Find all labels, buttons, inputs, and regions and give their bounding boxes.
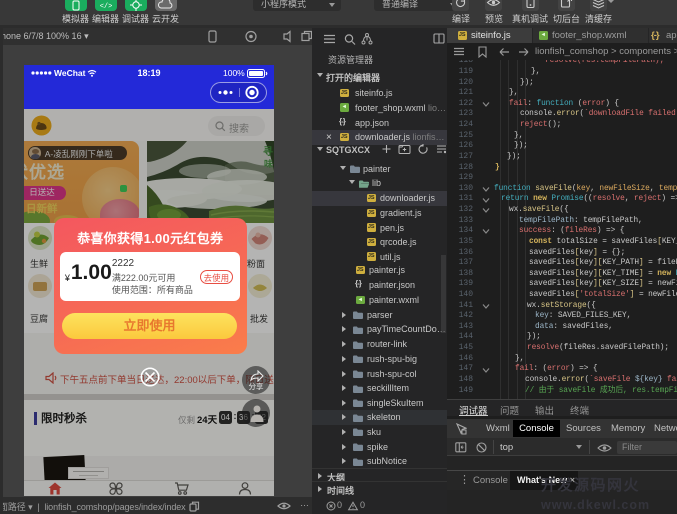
svg-text:</>: </> bbox=[100, 3, 113, 11]
svg-text:WeChat: WeChat bbox=[54, 68, 86, 78]
